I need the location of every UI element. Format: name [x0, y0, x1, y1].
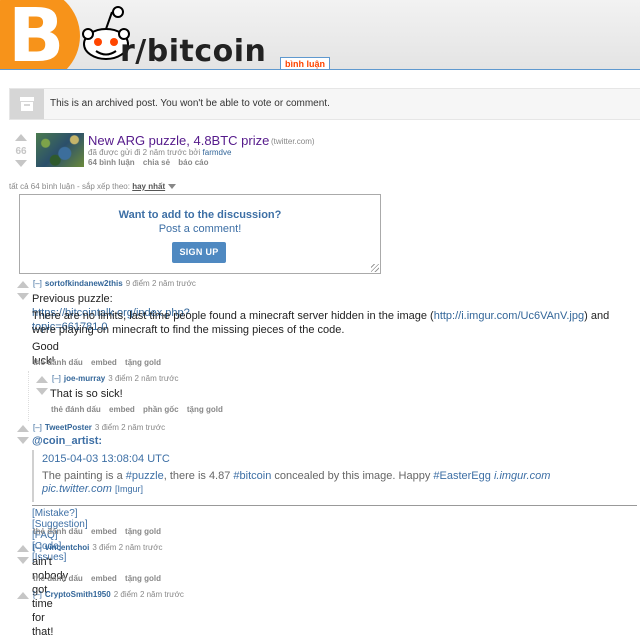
give-gold-button[interactable]: tặng gold	[125, 358, 161, 367]
permalink-button[interactable]: thẻ đánh dấu	[33, 527, 83, 536]
sort-label: tất cả 64 bình luận - sắp xếp theo:	[9, 182, 130, 191]
discussion-title: Want to add to the discussion?	[118, 209, 282, 221]
post-report-button[interactable]: báo cáo	[178, 158, 208, 167]
tab-comments[interactable]: bình luận	[280, 57, 330, 69]
pic-twitter-link[interactable]: pic.twitter.com	[42, 483, 112, 495]
twitter-handle-link[interactable]: @coin_artist:	[32, 435, 102, 447]
comment-text: There are no limits, last time people fo…	[32, 310, 434, 322]
tweet-text-part: concealed by this image. Happy	[271, 470, 434, 482]
embed-button[interactable]: embed	[91, 574, 117, 583]
parent-button[interactable]: phần gốc	[143, 405, 179, 414]
bitcoin-logo-icon[interactable]: B	[0, 0, 80, 70]
downvote-arrow-icon[interactable]	[17, 557, 29, 564]
comment-link[interactable]: http://i.imgur.com/Uc6VAnV.jpg	[434, 310, 584, 322]
embed-button[interactable]: embed	[91, 527, 117, 536]
give-gold-button[interactable]: tặng gold	[125, 574, 161, 583]
post-submitted-text: đã được gửi đi 2 năm trước bởi	[88, 148, 201, 157]
imgur-link[interactable]: i.imgur.com	[494, 470, 550, 482]
sort-bar: tất cả 64 bình luận - sắp xếp theo: hay …	[9, 182, 177, 191]
upvote-arrow-icon[interactable]	[17, 545, 29, 552]
post-buttons: 64 bình luận chia sẻ báo cáo	[88, 158, 215, 167]
permalink-button[interactable]: thẻ đánh dấu	[51, 405, 101, 414]
sign-up-button[interactable]: SIGN UP	[172, 242, 226, 263]
comment-paragraph: There are no limits, last time people fo…	[32, 309, 632, 337]
collapse-toggle[interactable]: [–]	[33, 543, 42, 552]
comment-meta: 2 điểm 2 năm trước	[113, 590, 184, 599]
comment-buttons: thẻ đánh dấu embed tặng gold	[33, 574, 167, 583]
header: B r/bitcoin bình luận	[0, 0, 640, 70]
give-gold-button[interactable]: tặng gold	[187, 405, 223, 414]
imgur-mirror-link[interactable]: [Imgur]	[115, 484, 143, 494]
comment-author[interactable]: CryptoSmith1950	[45, 590, 111, 599]
comment-meta: 9 điểm 2 năm trước	[125, 279, 196, 288]
downvote-arrow-icon[interactable]	[15, 160, 27, 167]
subreddit-title[interactable]: r/bitcoin	[120, 34, 266, 69]
comment-author[interactable]: sortofkindanew2this	[45, 279, 123, 288]
hashtag-link[interactable]: #bitcoin	[233, 470, 271, 482]
hashtag-link[interactable]: #EasterEgg	[433, 470, 490, 482]
chevron-down-icon[interactable]	[168, 184, 177, 189]
bitcoin-glyph: B	[8, 0, 65, 70]
comment-meta: 3 điểm 2 năm trước	[108, 374, 179, 383]
comment-author[interactable]: joe-murray	[64, 374, 105, 383]
mistake-link[interactable]: [Mistake?]	[32, 508, 78, 519]
embed-button[interactable]: embed	[109, 405, 135, 414]
comment-author[interactable]: vincentchoi	[45, 543, 89, 552]
archived-text: This is an archived post. You won't be a…	[50, 98, 330, 109]
post-thumbnail[interactable]	[36, 133, 84, 167]
collapse-toggle[interactable]: [–]	[33, 279, 42, 288]
comment-text: Previous puzzle:	[32, 293, 113, 305]
post-share-button[interactable]: chia sẻ	[143, 158, 170, 167]
post-comments-button[interactable]: 64 bình luận	[88, 158, 135, 167]
collapse-toggle[interactable]: [–]	[33, 423, 42, 432]
comment-tagline: [–] TweetPoster 3 điểm 2 năm trước	[33, 423, 165, 432]
upvote-arrow-icon[interactable]	[15, 134, 27, 141]
post-title[interactable]: New ARG puzzle, 4.8BTC prize	[88, 133, 269, 148]
post-score: 66	[15, 146, 27, 157]
tweet-date-link[interactable]: 2015-04-03 13:08:04 UTC	[42, 453, 170, 465]
permalink-button[interactable]: thẻ đánh dấu	[33, 574, 83, 583]
discussion-box: Want to add to the discussion? Post a co…	[19, 194, 381, 274]
comment-reply: [–] joe-murray 3 điểm 2 năm trước That is …	[28, 371, 640, 421]
comment-text: That is so sick!	[50, 388, 123, 400]
downvote-arrow-icon[interactable]	[17, 293, 29, 300]
comment-buttons: thẻ đánh dấu embed phần gốc tặng gold	[51, 405, 229, 414]
tweet-text: The painting is a #puzzle, there is 4.87…	[42, 470, 612, 496]
upvote-arrow-icon[interactable]	[17, 592, 29, 599]
upvote-arrow-icon[interactable]	[36, 376, 48, 383]
post-link: 66 New ARG puzzle, 4.8BTC prize (twitter…	[9, 129, 640, 172]
downvote-arrow-icon[interactable]	[17, 437, 29, 444]
comment-meta: 3 điểm 2 năm trước	[94, 423, 166, 432]
sort-dropdown[interactable]: hay nhất	[132, 182, 165, 191]
comment-tagline: [–] vincentchoi 3 điểm 2 năm trước	[33, 543, 163, 552]
upvote-arrow-icon[interactable]	[17, 425, 29, 432]
hashtag-link[interactable]: #puzzle	[126, 470, 164, 482]
resize-handle-icon[interactable]	[371, 264, 379, 272]
collapse-toggle[interactable]: [–]	[33, 590, 42, 599]
post-author[interactable]: farmdve	[203, 148, 232, 157]
tweet-text-part: , there is 4.87	[163, 470, 234, 482]
downvote-arrow-icon[interactable]	[36, 388, 48, 395]
comment-buttons: thẻ đánh dấu embed tặng gold	[33, 358, 167, 367]
comment-tagline: [–] sortofkindanew2this 9 điểm 2 năm trước	[33, 279, 196, 288]
permalink-button[interactable]: thẻ đánh dấu	[33, 358, 83, 367]
upvote-arrow-icon[interactable]	[17, 281, 29, 288]
divider	[32, 505, 637, 506]
archive-box-icon	[10, 89, 44, 119]
comment-tagline: [–] CryptoSmith1950 2 điểm 2 năm trước	[33, 590, 184, 599]
comment-meta: 3 điểm 2 năm trước	[92, 543, 163, 552]
tweet-quote: 2015-04-03 13:08:04 UTC The painting is …	[32, 450, 622, 502]
post-comment-link[interactable]: Post a comment!	[20, 223, 380, 235]
collapse-toggle[interactable]: [–]	[52, 374, 61, 383]
embed-button[interactable]: embed	[91, 358, 117, 367]
post-tagline: đã được gửi đi 2 năm trước bởi farmdve	[88, 148, 231, 157]
comment-author[interactable]: TweetPoster	[45, 423, 92, 432]
comment-buttons: thẻ đánh dấu embed tặng gold	[33, 527, 167, 536]
tweet-text-part: The painting is a	[42, 470, 126, 482]
comment-tagline: [–] joe-murray 3 điểm 2 năm trước	[52, 374, 178, 383]
post-domain[interactable]: (twitter.com)	[271, 137, 315, 146]
archived-notice: This is an archived post. You won't be a…	[9, 88, 640, 120]
give-gold-button[interactable]: tặng gold	[125, 527, 161, 536]
